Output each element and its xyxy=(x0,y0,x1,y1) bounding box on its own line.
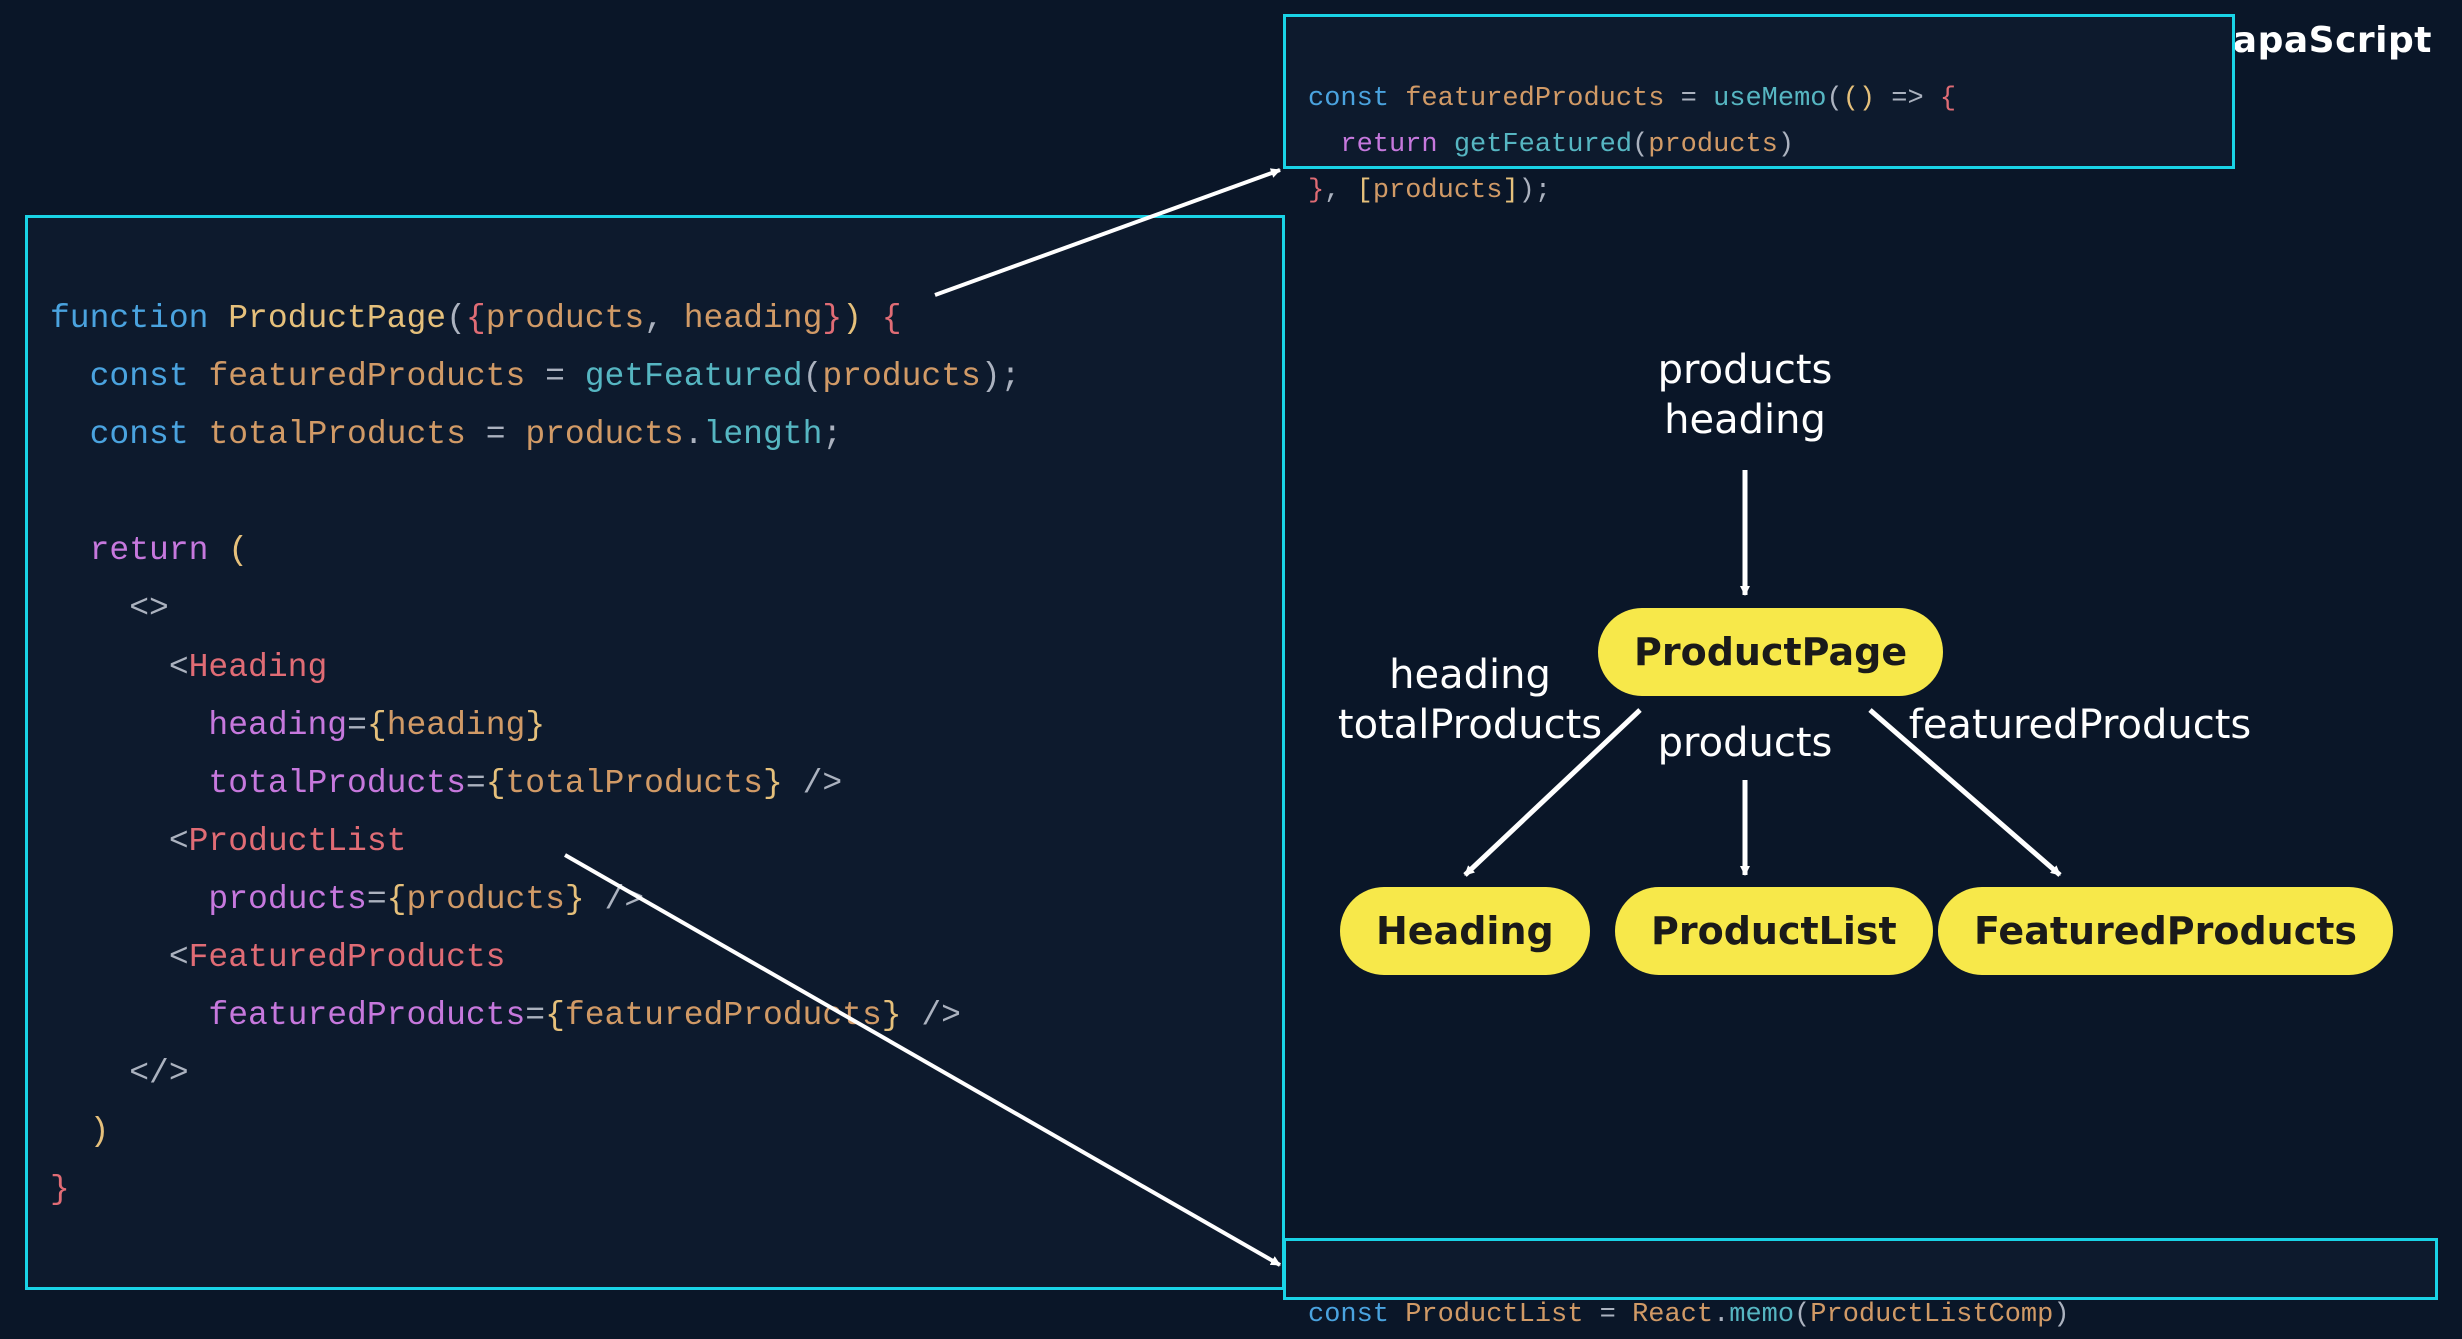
node-heading: Heading xyxy=(1340,887,1590,975)
tree-props-root: productsheading xyxy=(1590,345,1900,445)
node-featuredproducts: FeaturedProducts xyxy=(1938,887,2393,975)
node-productlist: ProductList xyxy=(1615,887,1933,975)
tree-props-mid: products xyxy=(1630,718,1860,768)
code-snippet-productpage: function ProductPage({products, heading}… xyxy=(25,215,1285,1290)
node-productpage: ProductPage xyxy=(1598,608,1943,696)
tree-props-right: featuredProducts xyxy=(1880,700,2280,750)
brand-name: tapaScript xyxy=(2215,20,2432,61)
code-snippet-reactmemo: const ProductList = React.memo(ProductLi… xyxy=(1283,1238,2438,1300)
tree-props-left: headingtotalProducts xyxy=(1315,650,1625,750)
code-snippet-usememo: const featuredProducts = useMemo(() => {… xyxy=(1283,14,2235,169)
